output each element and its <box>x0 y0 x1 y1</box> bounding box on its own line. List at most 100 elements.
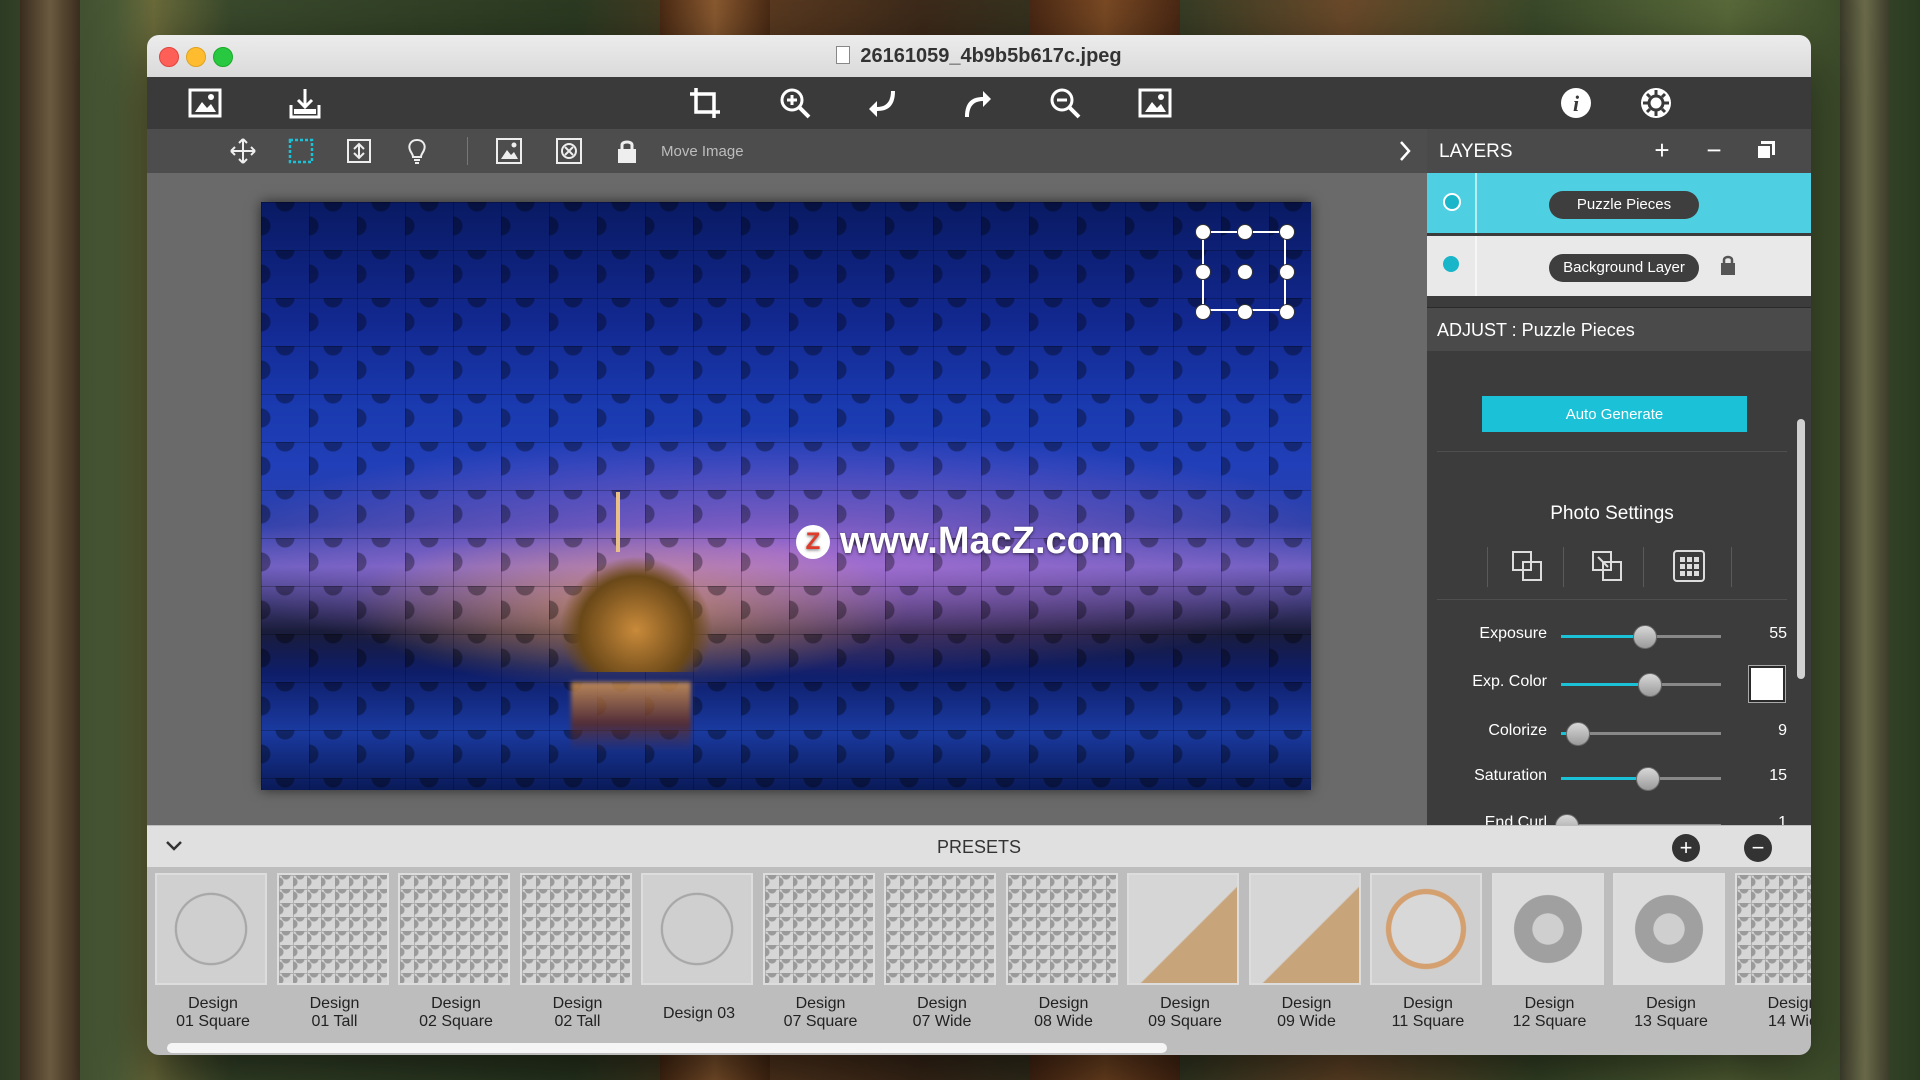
layer-row-background[interactable]: Background Layer <box>1427 236 1811 296</box>
copy-settings-icon[interactable] <box>1509 549 1545 585</box>
slider-exp-color: Exp. Color <box>1427 666 1787 702</box>
preset-label-line: 11 Square <box>1391 1013 1465 1030</box>
move-tool-icon[interactable] <box>229 137 257 165</box>
transform-tool-icon[interactable] <box>345 137 373 165</box>
window-title: 26161059_4b9b5b617c.jpeg <box>147 45 1811 68</box>
preset-item[interactable]: Design 08 Wide <box>1005 873 1122 1039</box>
title-bar: 26161059_4b9b5b617c.jpeg <box>147 35 1811 78</box>
slider-track[interactable] <box>1561 722 1721 746</box>
icon-separator <box>1563 547 1564 587</box>
preset-label: Design 01 Tall <box>277 995 393 1031</box>
slider-track[interactable] <box>1561 767 1721 791</box>
preset-item[interactable]: Design 12 Square <box>1491 873 1608 1039</box>
preset-label: Design 11 Square <box>1370 995 1486 1031</box>
slider-track[interactable] <box>1561 673 1721 697</box>
slider-saturation: Saturation 15 <box>1427 763 1787 793</box>
paste-settings-icon[interactable] <box>1589 549 1625 585</box>
slider-value: 15 <box>1769 767 1787 784</box>
remove-preset-button[interactable]: − <box>1744 834 1772 862</box>
slider-value: 9 <box>1778 722 1787 739</box>
replace-image-icon[interactable] <box>495 137 523 165</box>
layer-name-pill: Background Layer <box>1549 254 1699 282</box>
center-handle[interactable] <box>1237 264 1253 280</box>
layers-header: LAYERS + − <box>1427 129 1811 173</box>
preset-item[interactable]: Design 01 Square <box>155 873 271 1039</box>
preset-label-line: Design <box>1767 995 1811 1012</box>
grid-icon[interactable] <box>1671 549 1707 585</box>
remove-layer-button[interactable]: − <box>1699 135 1729 165</box>
exp-color-swatch[interactable] <box>1749 666 1785 702</box>
crop-icon[interactable] <box>687 85 723 121</box>
main-toolbar: i <box>147 77 1811 130</box>
add-preset-button[interactable]: + <box>1672 834 1700 862</box>
preset-thumbnail <box>762 873 875 985</box>
zoom-in-icon[interactable] <box>777 85 813 121</box>
preset-label: Design 13 Square <box>1613 995 1729 1031</box>
preset-item[interactable]: Design 13 Square <box>1613 873 1729 1039</box>
slider-knob[interactable] <box>1638 673 1662 697</box>
lightbulb-icon[interactable] <box>403 137 431 165</box>
preset-label-line: Design <box>309 995 360 1012</box>
side-panel-scrollbar[interactable] <box>1797 419 1805 679</box>
resize-handle[interactable] <box>1237 304 1253 320</box>
preset-label-line: Design <box>1160 995 1210 1012</box>
preset-item[interactable]: Design 07 Square <box>762 873 879 1039</box>
canvas-area[interactable]: Zwww.MacZ.com <box>147 173 1427 825</box>
preset-label: Design 07 Square <box>763 995 879 1031</box>
redo-icon[interactable] <box>957 85 993 121</box>
preset-item[interactable]: Design 02 Tall <box>519 873 636 1039</box>
undo-icon[interactable] <box>867 85 903 121</box>
add-layer-button[interactable]: + <box>1647 135 1677 165</box>
presets-scrollbar[interactable] <box>167 1043 1167 1053</box>
duplicate-layer-button[interactable] <box>1751 135 1781 165</box>
preset-label-line: Design <box>1403 995 1453 1012</box>
preset-thumbnail <box>398 873 510 985</box>
save-icon[interactable] <box>287 85 323 121</box>
auto-generate-button[interactable]: Auto Generate <box>1482 396 1747 432</box>
preset-item[interactable]: Design 02 Square <box>398 873 514 1039</box>
preset-thumbnail <box>1734 873 1811 985</box>
preset-label-line: 09 Square <box>1148 1013 1222 1030</box>
resize-handle[interactable] <box>1237 224 1253 240</box>
preset-item[interactable]: Design 01 Tall <box>276 873 393 1039</box>
slider-label: Saturation <box>1474 767 1547 784</box>
layer-visibility-toggle[interactable] <box>1443 256 1459 272</box>
icon-separator <box>1643 547 1644 587</box>
preset-thumbnail <box>1613 873 1725 985</box>
preset-item[interactable]: Design 11 Square <box>1370 873 1486 1039</box>
layer-lock-icon[interactable] <box>1717 254 1739 278</box>
zoom-out-icon[interactable] <box>1047 85 1083 121</box>
layer-visibility-toggle[interactable] <box>1443 193 1461 211</box>
preset-item[interactable]: Design 07 Wide <box>884 873 1000 1039</box>
preset-item[interactable]: Design 09 Wide <box>1248 873 1365 1039</box>
slider-fill <box>1561 635 1645 638</box>
resize-handle[interactable] <box>1279 224 1295 240</box>
puzzle-photo[interactable]: Zwww.MacZ.com <box>261 202 1311 790</box>
info-icon[interactable]: i <box>1558 85 1594 121</box>
chevron-right-icon[interactable] <box>1391 137 1419 165</box>
open-image-icon[interactable] <box>187 85 223 121</box>
slider-knob[interactable] <box>1636 767 1661 791</box>
app-window: 26161059_4b9b5b617c.jpeg i Move Image Z … <box>147 35 1811 1055</box>
resize-handle[interactable] <box>1279 304 1295 320</box>
watermark-logo: Z <box>796 525 830 559</box>
slider-track[interactable] <box>1561 625 1721 649</box>
settings-icon[interactable] <box>1638 85 1674 121</box>
resize-handle[interactable] <box>1195 224 1211 240</box>
select-tool-icon[interactable] <box>287 137 315 165</box>
lock-icon[interactable] <box>613 137 641 165</box>
remove-image-icon[interactable] <box>555 137 583 165</box>
slider-knob[interactable] <box>1633 625 1658 649</box>
preset-label-line: 09 Wide <box>1277 1013 1336 1030</box>
preset-label-line: Design <box>1281 995 1332 1012</box>
fit-image-icon[interactable] <box>1137 85 1173 121</box>
preset-item[interactable]: Design 09 Square <box>1127 873 1243 1039</box>
preset-item[interactable]: Design 03 <box>641 873 757 1039</box>
resize-handle[interactable] <box>1195 264 1211 280</box>
document-icon <box>836 46 851 64</box>
resize-handle[interactable] <box>1195 304 1211 320</box>
slider-knob[interactable] <box>1566 722 1590 746</box>
layer-row-puzzle-pieces[interactable]: Puzzle Pieces <box>1427 173 1811 233</box>
preset-item[interactable]: Design14 Wic <box>1734 873 1811 1039</box>
resize-handle[interactable] <box>1279 264 1295 280</box>
